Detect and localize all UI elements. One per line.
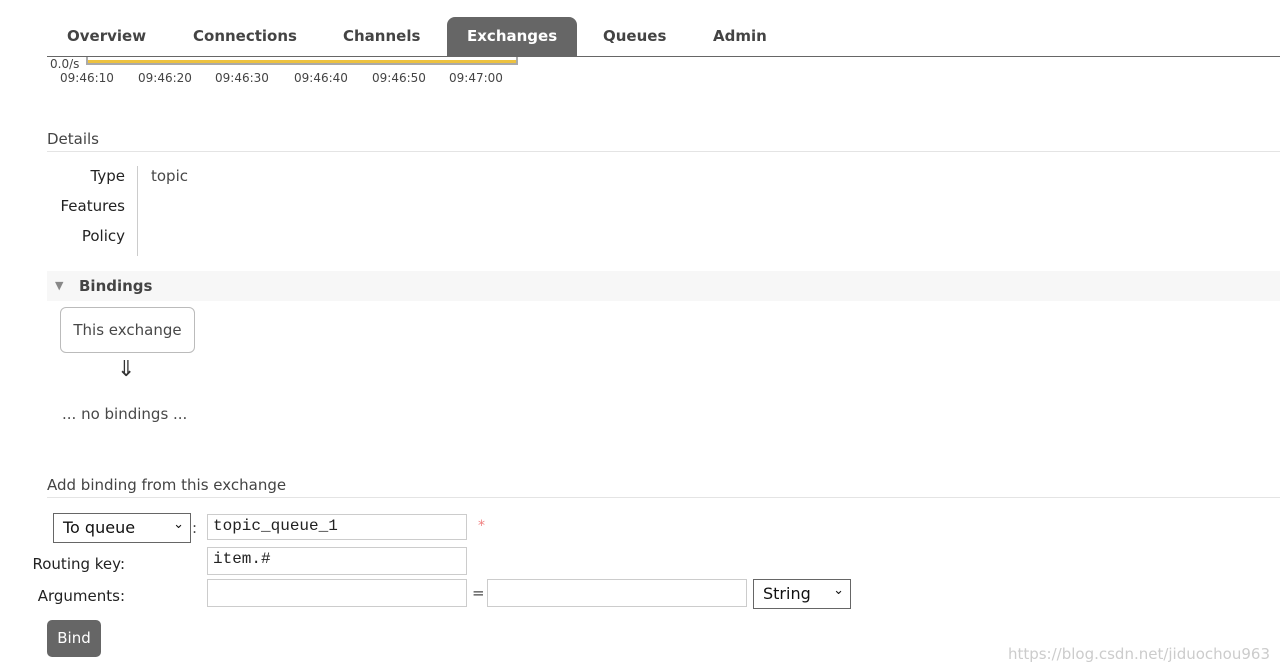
argument-type-select[interactable]: String ⌄	[753, 579, 851, 609]
chart-x-tick: 09:46:30	[215, 71, 269, 85]
tab-queues[interactable]: Queues	[583, 17, 686, 56]
chart-x-tick: 09:46:40	[294, 71, 348, 85]
routing-key-input[interactable]: item.#	[207, 547, 467, 575]
bindings-heading: Bindings	[79, 277, 153, 295]
destination-input[interactable]: topic_queue_1	[207, 514, 467, 540]
chart-y-tick: 0.0/s	[50, 57, 80, 71]
tab-overview[interactable]: Overview	[47, 17, 166, 56]
watermark: https://blog.csdn.net/jiduochou963	[1007, 645, 1270, 663]
type-value: topic	[151, 167, 188, 185]
divider	[137, 166, 138, 256]
this-exchange-box: This exchange	[60, 307, 195, 353]
chevron-down-icon: ⌄	[833, 583, 844, 598]
routing-key-label: Routing key:	[32, 555, 126, 573]
down-arrow-icon: ⇓	[117, 357, 136, 382]
chart-x-tick: 09:47:00	[449, 71, 503, 85]
destination-type-select[interactable]: To queue ⌄	[53, 513, 191, 543]
arguments-label: Arguments:	[37, 587, 125, 605]
chart-x-tick: 09:46:20	[138, 71, 192, 85]
argument-value-input[interactable]	[487, 579, 747, 607]
no-bindings-text: ... no bindings ...	[62, 405, 188, 423]
triangle-down-icon: ▼	[55, 279, 64, 292]
tab-connections[interactable]: Connections	[173, 17, 317, 56]
rate-chart-line	[86, 57, 518, 65]
chart-x-tick: 09:46:10	[60, 71, 114, 85]
chevron-down-icon: ⌄	[173, 517, 184, 532]
policy-label: Policy	[81, 227, 125, 245]
tab-admin[interactable]: Admin	[693, 17, 787, 56]
equals-sign: =	[472, 584, 485, 602]
argument-type-value: String	[763, 584, 811, 603]
tab-channels[interactable]: Channels	[323, 17, 440, 56]
details-heading: Details	[47, 130, 1280, 152]
type-label: Type	[90, 167, 125, 185]
main-nav: Overview Connections Channels Exchanges …	[47, 17, 1280, 57]
colon: :	[192, 519, 198, 537]
destination-type-value: To queue	[63, 518, 136, 537]
features-label: Features	[60, 197, 126, 215]
required-marker: *	[478, 518, 485, 534]
tab-exchanges[interactable]: Exchanges	[447, 17, 578, 56]
argument-key-input[interactable]	[207, 579, 467, 607]
bindings-section-toggle[interactable]: ▼ Bindings	[47, 271, 1280, 301]
add-binding-heading: Add binding from this exchange	[47, 476, 1280, 498]
chart-x-tick: 09:46:50	[372, 71, 426, 85]
bind-button[interactable]: Bind	[47, 620, 101, 657]
